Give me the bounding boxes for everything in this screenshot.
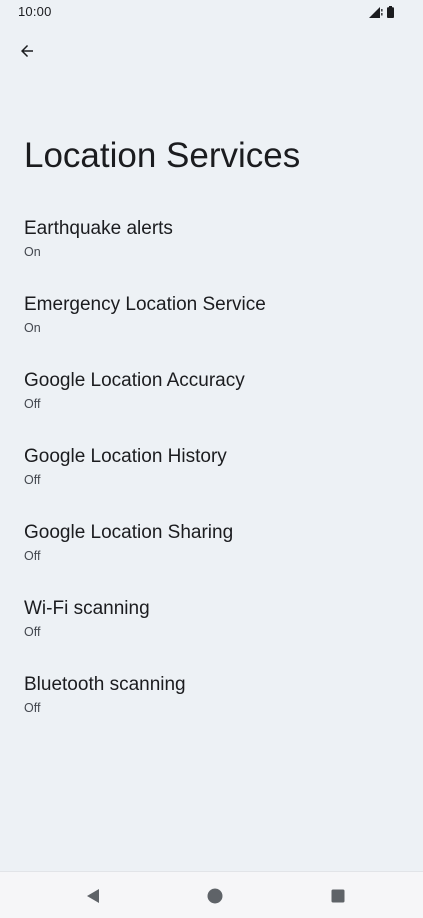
back-button[interactable] (12, 36, 42, 66)
setting-title: Emergency Location Service (24, 294, 266, 315)
setting-title: Bluetooth scanning (24, 674, 186, 695)
setting-summary: Off (24, 625, 41, 639)
status-icons (369, 5, 394, 19)
setting-title: Earthquake alerts (24, 218, 173, 239)
setting-title: Google Location Sharing (24, 522, 234, 543)
nav-home-icon (207, 888, 223, 904)
page-title: Location Services (24, 136, 301, 175)
status-bar: 10:00 (0, 0, 423, 24)
setting-bluetooth-scanning[interactable]: Bluetooth scanning Off (0, 661, 423, 737)
settings-screen: 10:00 Location Services Earthquake alert… (0, 0, 423, 918)
settings-list: Earthquake alerts On Emergency Location … (0, 205, 423, 737)
navigation-bar (0, 871, 423, 918)
nav-recents-icon (331, 889, 345, 903)
setting-summary: Off (24, 397, 41, 411)
nav-recents-button[interactable] (326, 884, 350, 908)
setting-google-location-history[interactable]: Google Location History Off (0, 433, 423, 509)
signal-icon (369, 7, 383, 18)
nav-back-icon (87, 889, 99, 903)
setting-title: Wi-Fi scanning (24, 598, 150, 619)
nav-home-button[interactable] (203, 884, 227, 908)
setting-title: Google Location Accuracy (24, 370, 245, 391)
setting-summary: Off (24, 473, 41, 487)
setting-summary: Off (24, 701, 41, 715)
setting-wifi-scanning[interactable]: Wi-Fi scanning Off (0, 585, 423, 661)
setting-title: Google Location History (24, 446, 227, 467)
setting-google-location-sharing[interactable]: Google Location Sharing Off (0, 509, 423, 585)
setting-summary: On (24, 321, 41, 335)
battery-icon (387, 6, 394, 18)
setting-summary: On (24, 245, 41, 259)
setting-summary: Off (24, 549, 41, 563)
setting-emergency-location-service[interactable]: Emergency Location Service On (0, 281, 423, 357)
nav-back-button[interactable] (81, 884, 105, 908)
setting-google-location-accuracy[interactable]: Google Location Accuracy Off (0, 357, 423, 433)
status-time: 10:00 (18, 4, 52, 19)
setting-earthquake-alerts[interactable]: Earthquake alerts On (0, 205, 423, 281)
arrow-back-icon (21, 45, 33, 57)
